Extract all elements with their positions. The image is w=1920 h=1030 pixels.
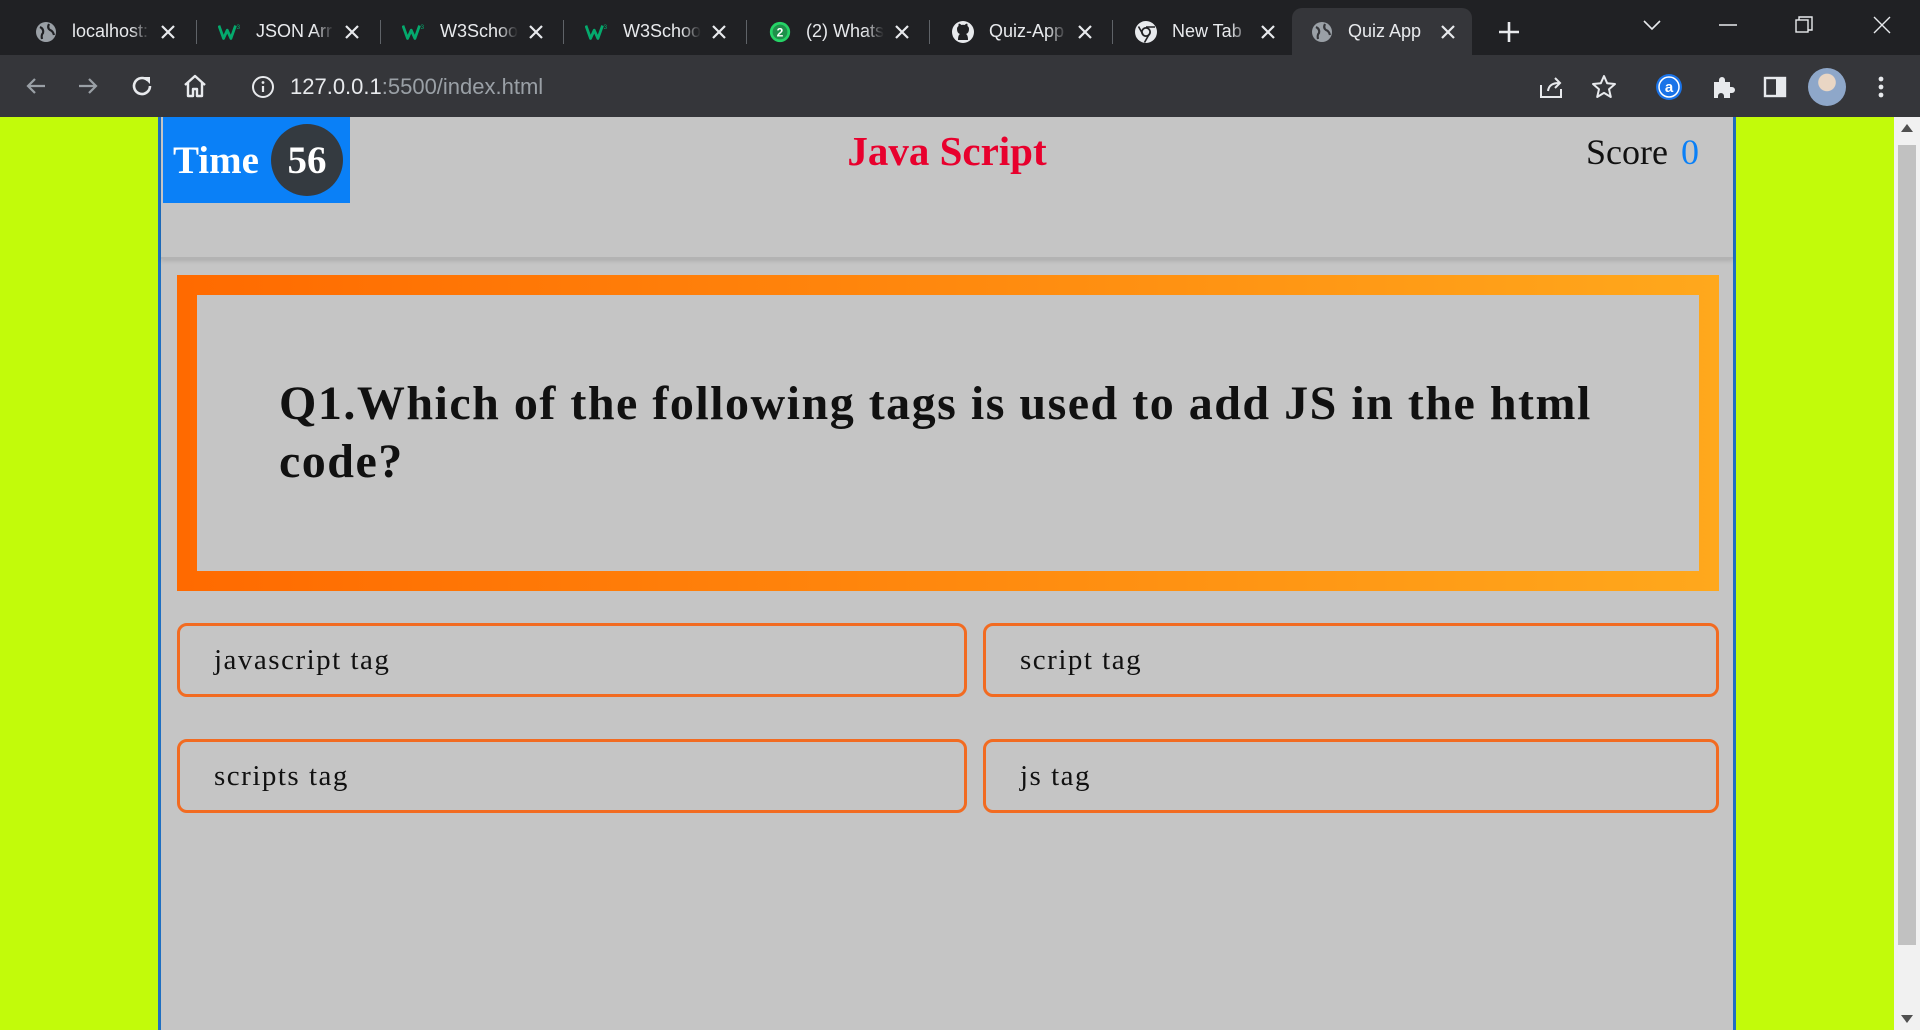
plus-icon [1499, 22, 1519, 42]
svg-text:3: 3 [236, 24, 240, 31]
tab-w3schools-1[interactable]: 3 W3Schoo [384, 8, 560, 55]
tab-separator [746, 20, 747, 44]
score-value: 0 [1681, 132, 1699, 172]
scrollbar-thumb[interactable] [1898, 145, 1916, 945]
tab-separator [380, 20, 381, 44]
tab-title: New Tab [1172, 21, 1242, 41]
arrow-left-icon [26, 78, 45, 94]
tab-quiz-app[interactable]: Quiz App [1292, 8, 1472, 55]
close-tab-icon[interactable] [709, 22, 729, 42]
tab-search-button[interactable] [1614, 0, 1690, 50]
tab-separator [1112, 20, 1113, 44]
new-tab-button[interactable] [1488, 11, 1530, 53]
minimize-button[interactable] [1690, 0, 1766, 50]
tab-title: W3Schoo [440, 21, 518, 41]
tab-title: localhost: [72, 21, 149, 41]
svg-text:3: 3 [420, 24, 424, 31]
option-3[interactable]: scripts tag [177, 739, 967, 813]
tab-separator [929, 20, 930, 44]
score-label: Score [1586, 132, 1668, 172]
home-button[interactable] [178, 69, 212, 103]
address-bar[interactable]: 127.0.0.1 :5500/index.html [234, 67, 1634, 107]
profile-avatar[interactable] [1808, 68, 1846, 106]
home-icon [184, 74, 206, 98]
close-tab-icon[interactable] [892, 22, 912, 42]
question-inner: Q1.Which of the following tags is used t… [197, 295, 1699, 571]
option-4[interactable]: js tag [983, 739, 1719, 813]
minimize-icon [1719, 24, 1737, 26]
chrome-icon [1134, 20, 1158, 44]
w3schools-icon: 3 [585, 20, 609, 44]
tab-strip: localhost: 3 JSON Arr 3 W3Schoo 3 W3Scho… [0, 0, 1920, 55]
page-scrollbar[interactable] [1894, 117, 1920, 1030]
chevron-down-icon [1643, 20, 1661, 31]
tab-title: Quiz-App [989, 21, 1065, 41]
w3schools-icon: 3 [218, 20, 242, 44]
tab-title: Quiz App [1348, 21, 1422, 41]
score: Score 0 [1586, 131, 1699, 173]
tab-github-quiz-app[interactable]: Quiz-App [933, 8, 1109, 55]
globe-icon [34, 20, 58, 44]
close-tab-icon[interactable] [1438, 22, 1458, 42]
close-tab-icon[interactable] [1075, 22, 1095, 42]
forward-button[interactable] [71, 69, 105, 103]
option-1[interactable]: javascript tag [177, 623, 967, 697]
timer-label: Time [173, 138, 259, 182]
bookmark-star-icon[interactable] [1584, 67, 1624, 107]
close-tab-icon[interactable] [1258, 22, 1278, 42]
tab-w3schools-2[interactable]: 3 W3Schoo [567, 8, 743, 55]
scroll-down-arrow-icon[interactable] [1894, 1008, 1920, 1030]
quiz-title: Java Script [847, 128, 1047, 174]
tab-title: W3Schoo [623, 21, 701, 41]
address-bar-actions [1532, 67, 1624, 107]
share-icon[interactable] [1532, 67, 1572, 107]
close-tab-icon[interactable] [526, 22, 546, 42]
page-viewport: Time 56 Java Script Score 0 Q1.Which of … [0, 117, 1920, 1030]
tab-separator [196, 20, 197, 44]
site-info-icon[interactable] [250, 74, 276, 100]
tab-new-tab[interactable]: New Tab [1116, 8, 1292, 55]
w3schools-icon: 3 [402, 20, 426, 44]
github-icon [951, 20, 975, 44]
arrow-right-icon [79, 78, 98, 94]
side-panel-icon[interactable] [1758, 70, 1792, 104]
close-tab-icon[interactable] [158, 22, 178, 42]
reload-icon [132, 76, 152, 96]
quiz-container: Time 56 Java Script Score 0 Q1.Which of … [158, 117, 1736, 1030]
extension-area: a [1652, 67, 1898, 107]
restore-button[interactable] [1766, 0, 1842, 50]
extensions-puzzle-icon[interactable] [1706, 70, 1740, 104]
url-host: 127.0.0.1 [290, 74, 382, 99]
globe-icon [1310, 20, 1334, 44]
close-icon [1873, 16, 1891, 34]
quiz-header: Time 56 Java Script Score 0 [161, 117, 1733, 259]
close-window-button[interactable] [1844, 0, 1920, 50]
whatsapp-unread-count: 2 [777, 25, 784, 39]
extension-a-icon[interactable]: a [1652, 70, 1686, 104]
question-text: Q1.Which of the following tags is used t… [279, 377, 1592, 488]
whatsapp-icon: 2 [768, 20, 792, 44]
url-path: :5500/index.html [381, 74, 544, 99]
question-box: Q1.Which of the following tags is used t… [177, 275, 1719, 591]
scroll-up-arrow-icon[interactable] [1894, 117, 1920, 139]
tab-title: (2) Whats [806, 21, 884, 41]
timer-count: 56 [270, 124, 343, 196]
tab-separator [563, 20, 564, 44]
restore-icon [1795, 16, 1813, 33]
option-2[interactable]: script tag [983, 623, 1719, 697]
timer-box: Time 56 [163, 117, 350, 203]
more-menu-icon[interactable] [1864, 70, 1898, 104]
svg-text:3: 3 [603, 24, 607, 31]
back-button[interactable] [19, 69, 53, 103]
tab-title: JSON Arr [256, 21, 333, 41]
tab-json-array[interactable]: 3 JSON Arr [200, 8, 376, 55]
close-tab-icon[interactable] [342, 22, 362, 42]
svg-text:a: a [1665, 79, 1674, 96]
tab-localhost[interactable]: localhost: [16, 8, 192, 55]
reload-button[interactable] [125, 69, 159, 103]
tab-whatsapp[interactable]: 2 (2) Whats [750, 8, 926, 55]
